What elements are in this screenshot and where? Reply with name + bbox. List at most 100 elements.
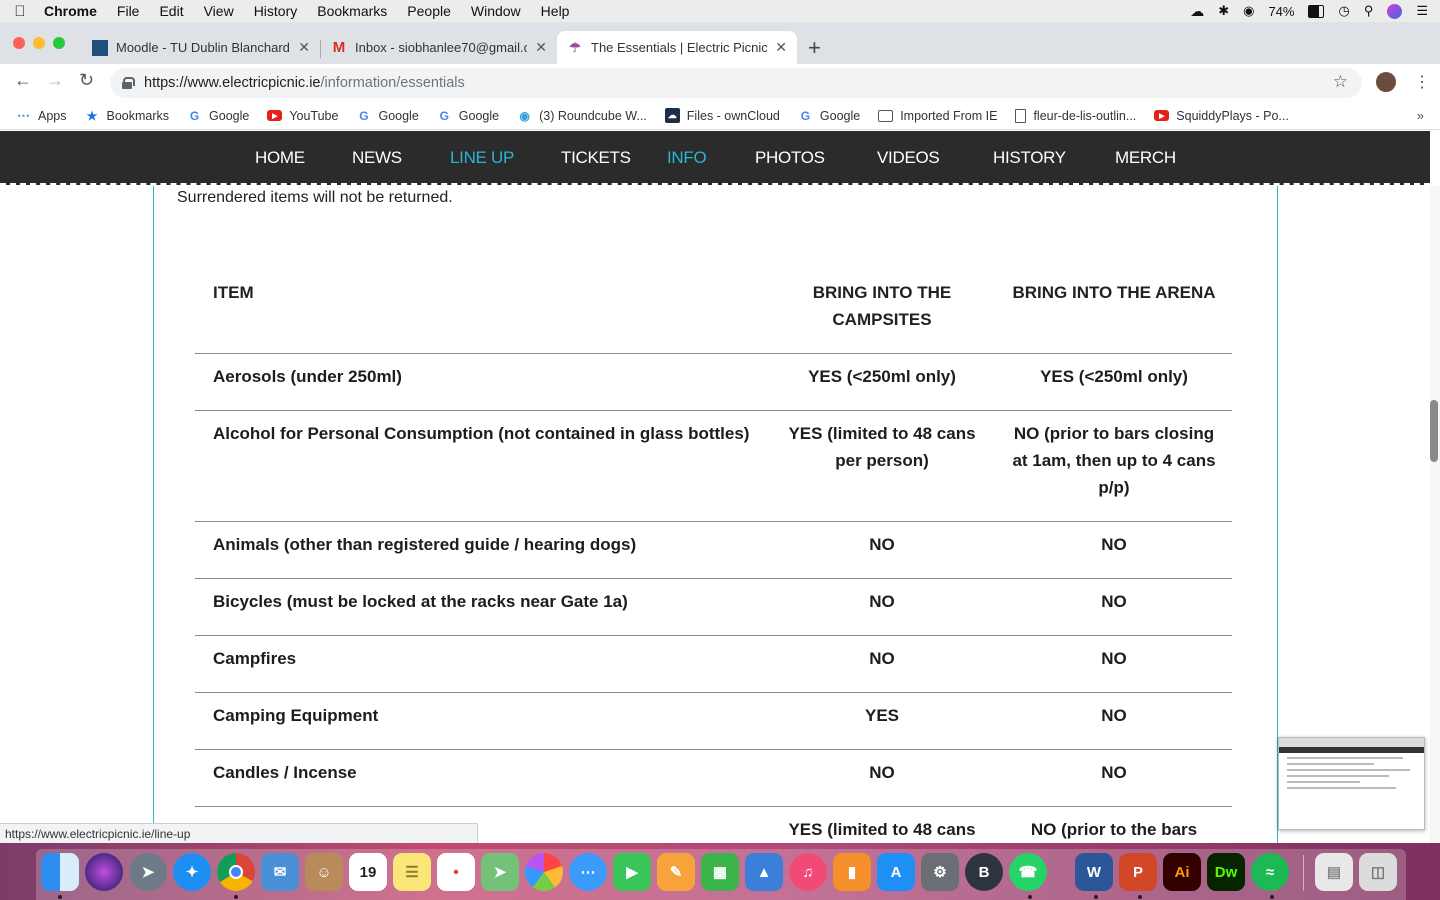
bookmarks-overflow-icon[interactable]: »	[1417, 108, 1424, 123]
bluetooth-icon[interactable]: ✱	[1218, 3, 1229, 19]
battery-icon[interactable]	[1308, 4, 1325, 18]
bookmark-owncloud[interactable]: ☁ Files - ownCloud	[664, 108, 780, 123]
nav-line-up[interactable]: LINE UP	[450, 148, 514, 168]
bookmark-fleur-de-lis[interactable]: fleur-de-lis-outlin...	[1015, 108, 1137, 123]
launchpad-icon[interactable]: ➤	[129, 853, 167, 891]
bookmark-bookmarks[interactable]: ★ Bookmarks	[85, 108, 169, 123]
menu-history[interactable]: History	[244, 3, 308, 19]
keynote-icon[interactable]: ▲	[745, 853, 783, 891]
minimize-window-button[interactable]	[33, 37, 45, 49]
whatsapp-icon[interactable]: ☎	[1009, 853, 1047, 891]
trash-icon[interactable]: ◫	[1359, 853, 1397, 891]
facetime-icon[interactable]: ▶	[613, 853, 651, 891]
nav-videos[interactable]: VIDEOS	[877, 148, 940, 168]
bookmark-google[interactable]: G Google	[437, 108, 499, 123]
menu-file[interactable]: File	[107, 3, 150, 19]
numbers-icon[interactable]: ▦	[701, 853, 739, 891]
bookmark-star-icon[interactable]: ☆	[1333, 72, 1348, 92]
table-row-item: Candles / Incense	[213, 763, 357, 782]
back-arrow-icon[interactable]: ←	[14, 70, 32, 91]
spotify-icon[interactable]: ≈	[1251, 853, 1289, 891]
table-row-arena: NO	[1101, 649, 1127, 668]
bookmark-label: fleur-de-lis-outlin...	[1033, 108, 1137, 123]
maps-icon[interactable]: ➤	[481, 853, 519, 891]
battery-percent[interactable]: 74%	[1268, 4, 1294, 19]
bookmark-google[interactable]: G Google	[798, 108, 860, 123]
menu-people[interactable]: People	[397, 3, 461, 19]
table-row-item: Campfires	[213, 649, 297, 668]
bookmark-roundcube[interactable]: ◉ (3) Roundcube W...	[517, 108, 646, 123]
illustrator-icon[interactable]: Ai	[1163, 853, 1201, 891]
safari-icon[interactable]: ✦	[173, 853, 211, 891]
menu-window[interactable]: Window	[461, 3, 531, 19]
siri-icon[interactable]	[1387, 3, 1403, 19]
nav-photos[interactable]: PHOTOS	[755, 148, 825, 168]
menu-bookmarks[interactable]: Bookmarks	[307, 3, 397, 19]
menu-app-name[interactable]: Chrome	[40, 3, 107, 19]
bookmark-squiddyplays[interactable]: ▶ SquiddyPlays - Po...	[1154, 109, 1289, 123]
bookmark-google[interactable]: G Google	[356, 108, 418, 123]
nav-merch[interactable]: MERCH	[1115, 148, 1176, 168]
clock-icon[interactable]: ◷	[1338, 3, 1349, 19]
roundcube-icon: ◉	[519, 108, 530, 123]
pages-icon[interactable]: ✎	[657, 853, 695, 891]
finder-icon[interactable]	[41, 853, 79, 891]
system-preferences-icon[interactable]: ⚙	[921, 853, 959, 891]
close-tab-icon[interactable]: ✕	[298, 39, 310, 56]
documents-stack-icon[interactable]: ▤	[1315, 853, 1353, 891]
app-store-icon[interactable]: A	[877, 853, 915, 891]
itunes-icon[interactable]: ♫	[789, 853, 827, 891]
nav-info[interactable]: INFO	[667, 148, 707, 168]
address-bar[interactable]: https://www.electricpicnic.ie/informatio…	[110, 68, 1362, 98]
table-row-item: Animals (other than registered guide / h…	[213, 535, 637, 554]
menu-edit[interactable]: Edit	[149, 3, 193, 19]
nav-history[interactable]: HISTORY	[993, 148, 1066, 168]
intro-text: Surrendered items will not be returned.	[177, 189, 453, 206]
bookmark-google[interactable]: G Google	[187, 108, 249, 123]
siri-icon[interactable]	[85, 853, 123, 891]
calendar-icon[interactable]: 19	[349, 853, 387, 891]
reload-icon[interactable]: ↻	[79, 70, 94, 91]
wifi-icon[interactable]: ◉	[1243, 3, 1254, 19]
tab-electric-picnic[interactable]: ☂ The Essentials | Electric Picnic ✕	[557, 31, 797, 64]
chrome-menu-icon[interactable]: ⋮	[1414, 72, 1430, 92]
bookmark-youtube[interactable]: ▶ YouTube	[267, 109, 338, 123]
reminders-icon[interactable]: •	[437, 853, 475, 891]
page-scrollbar-thumb[interactable]	[1430, 400, 1438, 462]
word-icon[interactable]: W	[1075, 853, 1113, 891]
bookmark-label: SquiddyPlays - Po...	[1176, 108, 1289, 123]
creative-cloud-icon[interactable]: ☁	[1190, 3, 1204, 20]
bookmark-folder-imported[interactable]: Imported From IE	[878, 109, 997, 123]
nav-home[interactable]: HOME	[255, 148, 305, 168]
menu-help[interactable]: Help	[531, 3, 580, 19]
apple-menu-icon[interactable]: 	[0, 3, 40, 20]
lock-icon[interactable]	[122, 77, 135, 89]
new-tab-button[interactable]: +	[808, 35, 821, 61]
close-window-button[interactable]	[13, 37, 25, 49]
mail-icon[interactable]: ✉	[261, 853, 299, 891]
tab-moodle[interactable]: Moodle - TU Dublin Blanchardstown ✕	[82, 31, 320, 64]
tab-gmail[interactable]: M Inbox - siobhanlee70@gmail.com ✕	[321, 31, 557, 64]
page-scrollbar-track[interactable]	[1430, 186, 1440, 843]
notification-center-icon[interactable]: ☰	[1416, 3, 1428, 19]
photos-icon[interactable]	[525, 853, 563, 891]
powerpoint-icon[interactable]: P	[1119, 853, 1157, 891]
nav-news[interactable]: NEWS	[352, 148, 402, 168]
nav-tickets[interactable]: TICKETS	[561, 148, 631, 168]
screenshot-thumbnail[interactable]	[1278, 737, 1425, 830]
notes-icon[interactable]: ☰	[393, 853, 431, 891]
b-app-icon[interactable]: B	[965, 853, 1003, 891]
menu-view[interactable]: View	[194, 3, 244, 19]
contacts-icon[interactable]: ☺	[305, 853, 343, 891]
bookmark-apps[interactable]: ⋯ Apps	[16, 108, 67, 123]
dreamweaver-icon[interactable]: Dw	[1207, 853, 1245, 891]
close-tab-icon[interactable]: ✕	[535, 39, 547, 56]
books-icon[interactable]: ▮	[833, 853, 871, 891]
close-tab-icon[interactable]: ✕	[775, 39, 787, 56]
chrome-icon[interactable]	[217, 853, 255, 891]
profile-avatar[interactable]	[1376, 72, 1396, 92]
zoom-window-button[interactable]	[53, 37, 65, 49]
messages-icon[interactable]: ⋯	[569, 853, 607, 891]
forward-arrow-icon[interactable]: →	[46, 70, 64, 91]
spotlight-search-icon[interactable]: ⚲	[1364, 3, 1374, 19]
